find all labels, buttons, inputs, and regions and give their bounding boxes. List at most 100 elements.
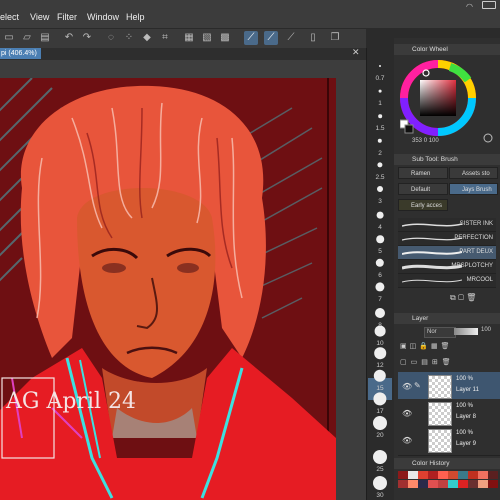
clear-icon[interactable]: ▧ [200, 31, 214, 45]
group-ramen[interactable]: Ramen [398, 167, 448, 179]
color-history-swatch[interactable] [418, 480, 428, 488]
brush-size-dot[interactable] [379, 65, 381, 67]
group-assets[interactable]: Assets sto [449, 167, 498, 179]
merge-icon[interactable]: ⊞ [432, 359, 442, 366]
color-history-swatch[interactable] [458, 471, 468, 479]
color-history-swatch[interactable] [448, 480, 458, 488]
color-history-swatch[interactable] [468, 480, 478, 488]
brush-size-dot[interactable] [373, 476, 387, 490]
color-history-swatch[interactable] [468, 471, 478, 479]
layer-name: Layer 8 [456, 414, 477, 420]
document-tab[interactable]: pi (406.4%) [0, 48, 41, 59]
brush-size-dot[interactable] [377, 186, 383, 192]
color-history-swatch[interactable] [408, 480, 418, 488]
opacity-slider[interactable] [454, 328, 478, 335]
color-history-swatches [398, 471, 498, 499]
color-history-swatch[interactable] [398, 480, 408, 488]
folder-icon[interactable]: ▤ [421, 359, 432, 366]
color-wheel[interactable] [400, 58, 496, 144]
new-brush-icon[interactable]: ▢ [458, 293, 464, 302]
brush-perfection[interactable]: PERFECTION [398, 232, 496, 246]
canvas-area[interactable]: AG April 24 [0, 60, 366, 500]
snap-ruler-icon[interactable]: ⟋ [244, 31, 258, 45]
lock-icon[interactable]: 🔒 [419, 343, 431, 350]
color-history-swatch[interactable] [438, 471, 448, 479]
color-history-swatch[interactable] [458, 480, 468, 488]
deselect-icon[interactable]: ◌ [104, 31, 118, 45]
color-history-swatch[interactable] [398, 471, 408, 479]
copy-icon[interactable]: ❐ [328, 31, 342, 45]
color-history-swatch[interactable] [408, 471, 418, 479]
brush-size-dot[interactable] [373, 416, 387, 430]
opacity-value[interactable]: 100 [481, 327, 491, 333]
delete-layer-icon[interactable]: 🗑 [441, 343, 453, 350]
brush-size-dot[interactable] [378, 114, 382, 118]
select-all-icon[interactable]: ⁘ [122, 31, 136, 45]
brush-size-label: 1.5 [375, 125, 385, 132]
new-vector-icon[interactable]: ▭ [411, 359, 422, 366]
hue-handle[interactable] [422, 69, 430, 77]
color-history-swatch[interactable] [478, 471, 488, 479]
group-default[interactable]: Default [398, 183, 448, 195]
undo-icon[interactable]: ↶ [62, 31, 76, 45]
clip-icon[interactable]: ▣ [400, 343, 410, 350]
device-icon[interactable]: ▯ [306, 31, 320, 45]
layer-row-9[interactable]: 👁 100 % Layer 9 [398, 426, 500, 456]
mask-icon[interactable]: ▩ [218, 31, 232, 45]
mask-layer-icon[interactable]: ▦ [431, 343, 441, 350]
color-settings-icon[interactable] [483, 133, 493, 143]
delete-brush-icon[interactable]: 🗑 [466, 293, 476, 302]
brush-size-dot[interactable] [375, 308, 385, 318]
save-icon[interactable]: ▤ [38, 31, 52, 45]
brush-sister-ink[interactable]: SISTER INK [398, 218, 496, 232]
brush-size-dot[interactable] [373, 450, 387, 464]
layer-row-8[interactable]: 👁 100 % Layer 8 [398, 399, 500, 429]
fill-icon[interactable]: ◆ [140, 31, 154, 45]
sub-color-swatch[interactable] [404, 124, 414, 134]
copy-brush-icon[interactable]: ⧉ [450, 293, 456, 302]
menu-window[interactable]: Window [87, 12, 119, 22]
brush-size-dot[interactable] [378, 89, 382, 93]
brush-size-dot[interactable] [376, 235, 384, 243]
transform-icon[interactable]: ⌗ [158, 31, 172, 45]
redo-icon[interactable]: ↷ [80, 31, 94, 45]
ref-icon[interactable]: ◫ [410, 343, 420, 350]
brush-mrsplotchy[interactable]: MRSPLOTCHY [398, 260, 496, 274]
brush-mrcool[interactable]: MRCOOL [398, 274, 496, 288]
menu-help[interactable]: Help [126, 12, 145, 22]
group-early-access[interactable]: Early acces [398, 199, 448, 211]
snap-grid-icon[interactable]: ⟋ [284, 31, 298, 45]
color-history-swatch[interactable] [478, 480, 488, 488]
color-wheel-title: Color Wheel [412, 46, 448, 53]
artwork-canvas[interactable]: AG April 24 [0, 78, 336, 500]
menu-select[interactable]: elect [0, 12, 19, 22]
new-raster-icon[interactable]: ▢ [400, 359, 411, 366]
brush-size-dot[interactable] [374, 325, 386, 337]
open-file-icon[interactable]: ▱ [20, 31, 34, 45]
color-history-swatch[interactable] [418, 471, 428, 479]
color-history-swatch[interactable] [428, 480, 438, 488]
menu-filter[interactable]: Filter [57, 12, 77, 22]
blend-mode-select[interactable]: Nor [424, 327, 456, 338]
crop-icon[interactable]: ▦ [182, 31, 196, 45]
brush-size-dot[interactable] [376, 211, 384, 219]
color-history-swatch[interactable] [488, 471, 498, 479]
color-history-swatch[interactable] [448, 471, 458, 479]
visibility-eye-icon[interactable]: 👁 [402, 409, 412, 418]
group-jays-brush[interactable]: Jays Brush [449, 183, 498, 195]
color-history-swatch[interactable] [488, 480, 498, 488]
color-history-swatch[interactable] [428, 471, 438, 479]
close-tab-icon[interactable]: ✕ [352, 47, 360, 58]
brush-part-deux[interactable]: PART DEUX [398, 246, 496, 260]
visibility-eye-icon[interactable]: 👁 [402, 436, 412, 445]
visibility-eye-icon[interactable]: 👁 [402, 382, 412, 391]
brush-size-dot[interactable] [374, 347, 386, 359]
menu-view[interactable]: View [30, 12, 49, 22]
layer-opacity: 100 % [456, 403, 474, 409]
layer-row-11[interactable]: 👁 ✎ 100 % Layer 11 [398, 372, 500, 402]
color-history-swatch[interactable] [438, 480, 448, 488]
val-value: 100 [428, 138, 439, 144]
trash-icon[interactable]: 🗑 [442, 359, 455, 366]
snap-special-ruler-icon[interactable]: ⟋ [264, 31, 278, 45]
new-file-icon[interactable]: ▭ [2, 31, 16, 45]
